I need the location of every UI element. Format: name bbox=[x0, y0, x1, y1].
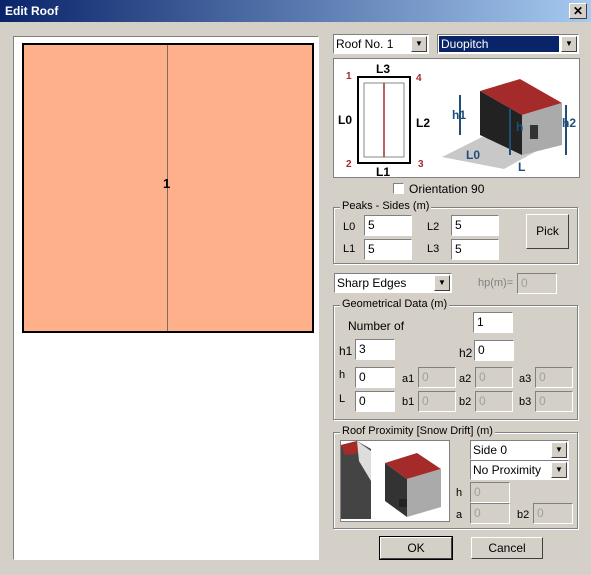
l3-input[interactable]: 5 bbox=[451, 239, 499, 260]
h-input[interactable]: 0 bbox=[355, 367, 395, 388]
title-bar: Edit Roof ✕ bbox=[0, 0, 591, 22]
geometrical-data-title: Geometrical Data (m) bbox=[340, 298, 450, 310]
roof-number-label: 1 bbox=[163, 176, 171, 191]
diagram-l1-label: L1 bbox=[376, 165, 390, 177]
proximity-select[interactable]: No Proximity ▼ bbox=[470, 460, 569, 480]
l-label: L bbox=[339, 393, 346, 405]
roof-plan-shape[interactable]: 1 bbox=[22, 43, 314, 333]
diagram-h1-label: h1 bbox=[452, 108, 466, 122]
side-value: Side 0 bbox=[473, 443, 508, 457]
ok-button[interactable]: OK bbox=[379, 536, 453, 560]
a3-label: a3 bbox=[519, 373, 532, 385]
house-door bbox=[530, 125, 538, 139]
edges-select[interactable]: Sharp Edges ▼ bbox=[334, 273, 452, 293]
window-title: Edit Roof bbox=[5, 4, 59, 18]
snow-drift-image bbox=[340, 440, 450, 522]
hp-label: hp(m)= bbox=[478, 277, 514, 289]
prox-h-input[interactable]: 0 bbox=[470, 482, 510, 503]
h2-label: h2 bbox=[459, 346, 473, 360]
number-of-input[interactable]: 1 bbox=[473, 312, 513, 333]
corner-2-label: 2 bbox=[346, 159, 352, 170]
l1-input[interactable]: 5 bbox=[364, 239, 412, 260]
b3-label: b3 bbox=[519, 396, 532, 408]
prox-b2-input[interactable]: 0 bbox=[533, 503, 573, 524]
corner-1-label: 1 bbox=[346, 71, 352, 82]
pick-button[interactable]: Pick bbox=[526, 214, 569, 249]
close-button[interactable]: ✕ bbox=[569, 3, 587, 19]
corner-4-label: 4 bbox=[416, 73, 422, 84]
chevron-down-icon[interactable]: ▼ bbox=[561, 36, 577, 52]
b1-label: b1 bbox=[402, 396, 415, 408]
corner-3-label: 3 bbox=[418, 159, 424, 170]
h2-input[interactable]: 0 bbox=[474, 340, 514, 361]
a1-input[interactable]: 0 bbox=[418, 367, 456, 388]
chevron-down-icon[interactable]: ▼ bbox=[434, 275, 450, 291]
chevron-down-icon[interactable]: ▼ bbox=[411, 36, 427, 52]
b1-input[interactable]: 0 bbox=[418, 391, 456, 412]
prox-b2-label: b2 bbox=[517, 509, 530, 521]
diagram-l3-label: L3 bbox=[376, 62, 390, 76]
b3-input[interactable]: 0 bbox=[535, 391, 573, 412]
cancel-button[interactable]: Cancel bbox=[471, 537, 543, 559]
chevron-down-icon[interactable]: ▼ bbox=[551, 462, 567, 478]
a2-label: a2 bbox=[459, 373, 472, 385]
roof-number-select[interactable]: Roof No. 1 ▼ bbox=[333, 34, 429, 54]
h1-label: h1 bbox=[339, 344, 353, 358]
hp-input[interactable]: 0 bbox=[517, 273, 557, 294]
chevron-down-icon[interactable]: ▼ bbox=[551, 442, 567, 458]
orientation-label: Orientation 90 bbox=[409, 182, 485, 196]
side-select[interactable]: Side 0 ▼ bbox=[470, 440, 569, 460]
b2-label: b2 bbox=[459, 396, 472, 408]
l2-input[interactable]: 5 bbox=[451, 215, 499, 236]
l0-input[interactable]: 5 bbox=[364, 215, 412, 236]
prox-h-label: h bbox=[456, 487, 463, 499]
snow-drift-svg bbox=[341, 441, 441, 519]
prox-a-label: a bbox=[456, 509, 463, 521]
l3-label: L3 bbox=[427, 243, 440, 255]
l-input[interactable]: 0 bbox=[355, 391, 395, 412]
diagram-h2-label: h2 bbox=[562, 116, 576, 130]
l2-label: L2 bbox=[427, 221, 440, 233]
roof-type-select[interactable]: Duopitch ▼ bbox=[437, 34, 579, 54]
number-of-label: Number of bbox=[348, 319, 405, 333]
roof-number-value: Roof No. 1 bbox=[336, 37, 394, 51]
roof-type-value: Duopitch bbox=[439, 36, 559, 52]
diagram-h-label: h bbox=[516, 120, 523, 134]
prox-a-input[interactable]: 0 bbox=[470, 503, 510, 524]
roof-diagram-svg: L3 L0 L2 L1 1 4 2 3 h1 h h2 L0 L bbox=[338, 62, 576, 179]
roof-diagram: L3 L0 L2 L1 1 4 2 3 h1 h h2 L0 L bbox=[333, 58, 580, 179]
roof-plan-canvas[interactable]: 1 bbox=[13, 36, 319, 560]
diagram-l2-label: L2 bbox=[416, 116, 430, 130]
diagram-l0-dim-label: L0 bbox=[466, 148, 480, 162]
roof-proximity-title: Roof Proximity [Snow Drift] (m) bbox=[340, 425, 495, 437]
b2-input[interactable]: 0 bbox=[475, 391, 513, 412]
h-label: h bbox=[339, 369, 346, 381]
house-window-icon bbox=[399, 499, 407, 507]
diagram-l-label: L bbox=[518, 160, 525, 174]
diagram-l0-label: L0 bbox=[338, 113, 352, 127]
a1-label: a1 bbox=[402, 373, 415, 385]
a3-input[interactable]: 0 bbox=[535, 367, 573, 388]
edges-value: Sharp Edges bbox=[337, 276, 407, 290]
l1-label: L1 bbox=[343, 243, 356, 255]
proximity-value: No Proximity bbox=[473, 463, 542, 477]
a2-input[interactable]: 0 bbox=[475, 367, 513, 388]
orientation-checkbox[interactable] bbox=[393, 183, 404, 194]
peaks-sides-title: Peaks - Sides (m) bbox=[340, 200, 432, 212]
h1-input[interactable]: 3 bbox=[355, 339, 395, 360]
l0-label: L0 bbox=[343, 221, 356, 233]
